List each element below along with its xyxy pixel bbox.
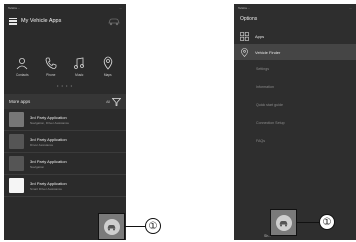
list-item-title: 3rd Party Application	[30, 158, 67, 164]
car-icon	[279, 220, 288, 226]
callout-leader-line	[297, 222, 319, 224]
status-bar: Telstra ... ...	[234, 4, 356, 12]
list-item-title: 3rd Party Application	[30, 136, 67, 142]
filter-icon[interactable]	[112, 97, 121, 106]
app-thumbnail	[9, 134, 24, 149]
list-item-subtitle: Driver Assistance	[30, 142, 54, 147]
filter-label[interactable]: All	[106, 100, 110, 104]
list-item-subtitle: Navigation	[30, 164, 45, 169]
menu-item-settings[interactable]: Settings	[234, 60, 356, 78]
menu-item-vehicle-finder[interactable]: Vehicle Finder	[234, 44, 356, 60]
more-apps-bar: More apps All	[4, 94, 126, 109]
app-contacts[interactable]: Contacts	[10, 56, 34, 77]
list-item-title: 3rd Party Application	[30, 180, 67, 186]
vehicle-button[interactable]	[275, 214, 292, 231]
car-icon	[108, 18, 120, 26]
contacts-icon	[16, 58, 28, 70]
app-header: My Vehicle Apps	[4, 12, 126, 30]
menu-item-apps[interactable]: Apps	[234, 28, 356, 44]
phone-screen-options: Telstra ... ... Options Apps Vehicle Fin…	[234, 4, 356, 240]
menu-item-information[interactable]: Information	[234, 78, 356, 96]
menu-item-connection-setup[interactable]: Connection Setup	[234, 114, 356, 132]
callout-leader-line	[125, 226, 145, 228]
app-thumbnail	[9, 112, 24, 127]
status-bar: Telstra ... ...	[4, 4, 126, 12]
list-item[interactable]: 3rd Party Application Navigation, Driver…	[4, 109, 126, 131]
app-maps[interactable]: Maps	[96, 56, 120, 77]
app-music[interactable]: Music	[67, 56, 91, 77]
more-apps-label: More apps	[9, 99, 31, 104]
list-item-subtitle: Navigation, Driver Assistance	[30, 120, 70, 125]
list-item[interactable]: 3rd Party Application Driver Assistance	[4, 131, 126, 153]
app-label: Maps	[103, 73, 112, 77]
menu-item-label: Apps	[255, 33, 265, 39]
app-label: Phone	[46, 73, 56, 77]
apps-grid: Contacts Phone Music Maps	[4, 30, 126, 77]
vehicle-fab-highlight	[98, 213, 125, 240]
vehicle-fab-highlight	[270, 209, 297, 236]
list-item[interactable]: 3rd Party Application Smart Driver Assis…	[4, 175, 126, 197]
status-carrier: Telstra ...	[238, 6, 251, 10]
callout-marker: ①	[319, 214, 335, 230]
car-icon	[107, 224, 116, 230]
callout-marker: ①	[145, 218, 161, 234]
phone-icon	[45, 57, 57, 69]
status-carrier: Telstra ...	[8, 6, 21, 10]
vehicle-button[interactable]	[103, 218, 120, 235]
menu-item-quick-start-guide[interactable]: Quick start guide	[234, 96, 356, 114]
page-title: Options	[240, 16, 258, 22]
apps-grid-icon	[240, 31, 249, 41]
menu-item-label: Vehicle Finder	[255, 49, 281, 55]
maps-icon	[103, 56, 112, 70]
app-label: Music	[75, 73, 84, 77]
page-title: My Vehicle Apps	[21, 18, 62, 24]
list-item-title: 3rd Party Application	[30, 114, 67, 120]
page-indicator: • • • •	[57, 83, 73, 88]
location-pin-icon	[241, 47, 248, 57]
list-item-subtitle: Smart Driver Assistance	[30, 186, 63, 191]
phone-screen-my-vehicle-apps: Telstra ... ... My Vehicle Apps Contacts…	[4, 4, 126, 240]
menu-item-faqs[interactable]: FAQs	[234, 132, 356, 150]
app-thumbnail	[9, 156, 24, 171]
list-item[interactable]: 3rd Party Application Navigation	[4, 153, 126, 175]
app-phone[interactable]: Phone	[39, 56, 63, 77]
music-icon	[74, 57, 85, 69]
hamburger-menu-icon[interactable]	[9, 17, 17, 25]
app-label: Contacts	[15, 73, 29, 77]
app-thumbnail	[9, 178, 24, 193]
status-right: ...	[119, 6, 122, 10]
status-right: ...	[349, 6, 352, 10]
